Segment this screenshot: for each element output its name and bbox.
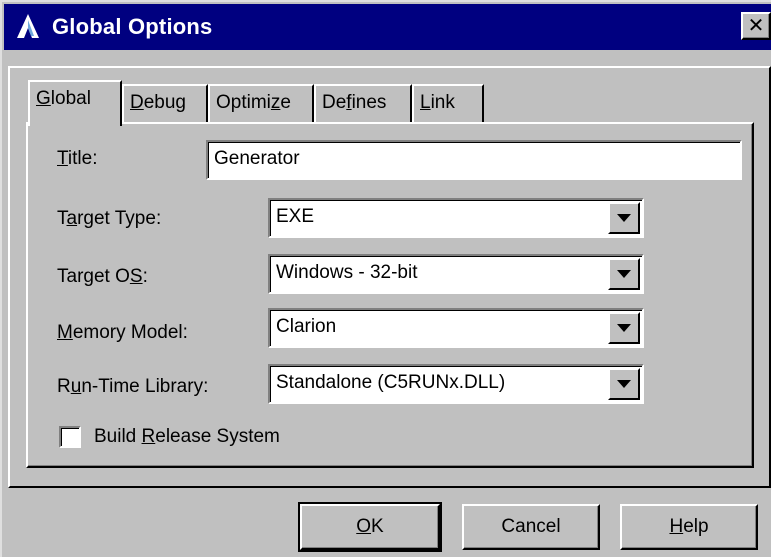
title-label: Title:: [57, 148, 98, 169]
window-title: Global Options: [52, 14, 213, 39]
runtime-library-dropdown-button[interactable]: [608, 368, 640, 400]
runtime-library-label: Run-Time Library:: [57, 376, 209, 397]
memory-model-select[interactable]: Clarion: [268, 308, 644, 348]
memory-model-dropdown-button[interactable]: [608, 312, 640, 344]
tab-defines[interactable]: Defines: [314, 84, 412, 122]
dropdown-arrow-icon: [617, 270, 631, 278]
close-icon: ✕: [747, 15, 765, 37]
tab-optimize[interactable]: Optimize: [208, 84, 314, 122]
runtime-library-select[interactable]: Standalone (C5RUNx.DLL): [268, 364, 644, 404]
tab-global[interactable]: Global: [28, 80, 122, 126]
target-os-value: Windows - 32-bit: [276, 262, 418, 283]
target-type-value: EXE: [276, 206, 315, 227]
memory-model-label: Memory Model:: [57, 322, 188, 343]
target-type-label: Target Type:: [57, 208, 162, 229]
ok-button[interactable]: OK: [298, 502, 442, 552]
clarion-app-icon: [17, 14, 39, 38]
memory-model-value: Clarion: [276, 316, 337, 337]
global-options-dialog: Global Options ✕ Global Debug Optimize D…: [0, 0, 771, 557]
target-os-select[interactable]: Windows - 32-bit: [268, 254, 644, 294]
dropdown-arrow-icon: [617, 214, 631, 222]
close-button[interactable]: ✕: [741, 12, 771, 40]
help-button[interactable]: Help: [620, 504, 758, 550]
title-bar[interactable]: Global Options ✕: [4, 4, 771, 50]
cancel-button[interactable]: Cancel: [462, 504, 600, 550]
target-type-select[interactable]: EXE: [268, 198, 644, 238]
tab-link[interactable]: Link: [412, 84, 484, 122]
dropdown-arrow-icon: [617, 380, 631, 388]
target-os-dropdown-button[interactable]: [608, 258, 640, 290]
tab-debug[interactable]: Debug: [122, 84, 208, 122]
target-os-label: Target OS:: [57, 266, 148, 287]
build-release-checkbox[interactable]: [59, 426, 81, 448]
target-type-dropdown-button[interactable]: [608, 202, 640, 234]
build-release-label[interactable]: Build Release System: [94, 426, 280, 448]
title-input[interactable]: Generator: [206, 140, 742, 180]
runtime-library-value: Standalone (C5RUNx.DLL): [276, 372, 506, 393]
dropdown-arrow-icon: [617, 324, 631, 332]
